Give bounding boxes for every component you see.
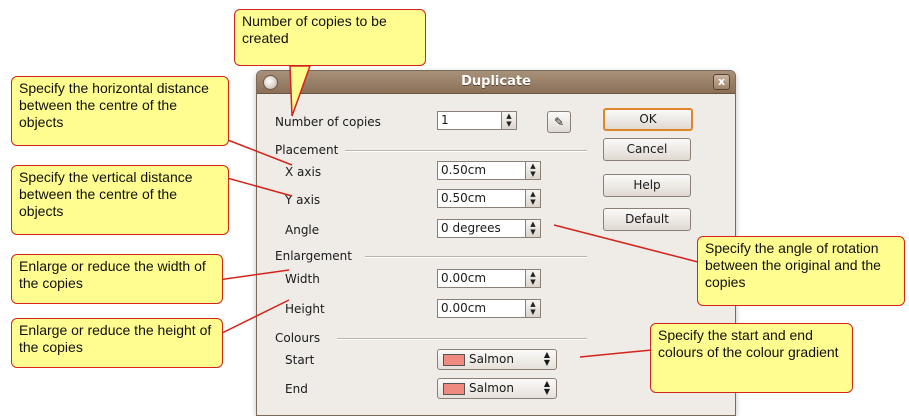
colours-pointer [579, 349, 653, 358]
height-pointer [217, 299, 290, 336]
callout-horizontal: Specify the horizontal distance between … [11, 76, 229, 146]
callout-angle: Specify the angle of rotation between th… [697, 236, 905, 306]
copies-pointer [289, 65, 312, 117]
callout-colours: Specify the start and end colours of the… [650, 323, 853, 393]
callout-width: Enlarge or reduce the width of the copie… [11, 254, 223, 304]
horizontal-pointer [219, 136, 293, 166]
callout-copies: Number of copies to be created [234, 9, 426, 66]
callout-vertical: Specify the vertical distance between th… [11, 165, 229, 235]
vertical-pointer [219, 175, 293, 197]
width-pointer [217, 269, 290, 281]
callout-height: Enlarge or reduce the height of the copi… [11, 318, 223, 368]
angle-pointer [553, 224, 699, 263]
